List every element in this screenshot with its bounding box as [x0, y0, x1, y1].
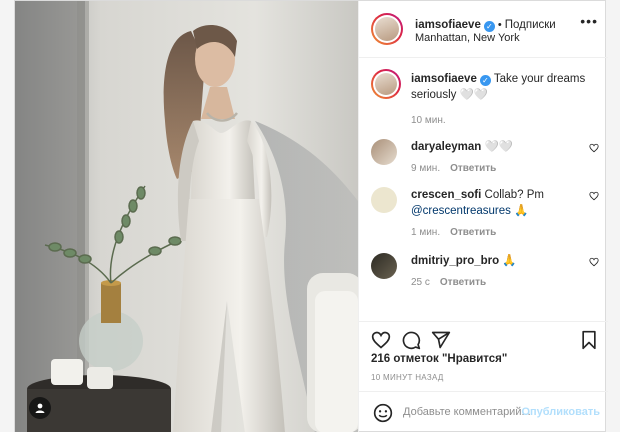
post-timestamp[interactable]: 10 МИНУТ НАЗАД: [371, 373, 444, 382]
photo-illustration: [15, 1, 358, 432]
commenter-avatar[interactable]: [371, 139, 397, 165]
comment-time[interactable]: 25 с: [411, 277, 430, 288]
comment-text: Collab? Pm: [484, 189, 544, 201]
comment-emoji: 🙏: [514, 205, 529, 217]
reply-button[interactable]: Ответить: [450, 227, 496, 238]
commenter-avatar[interactable]: [371, 187, 397, 213]
likes-count[interactable]: 216 отметок "Нравится": [371, 353, 507, 365]
publish-button[interactable]: Опубликовать: [521, 406, 600, 418]
comment-item: crescen_sofi Collab? Pm @crescentreasure…: [371, 187, 599, 241]
comment-like-icon[interactable]: [589, 143, 599, 153]
commenter-username[interactable]: dmitriy_pro_bro: [411, 255, 499, 267]
commenter-avatar[interactable]: [371, 253, 397, 279]
more-icon[interactable]: •••: [580, 13, 598, 29]
separator-dot: •: [497, 19, 502, 31]
comment-mention-link[interactable]: @crescentreasures: [411, 205, 511, 217]
post-modal: iamsofiaeve ✓ • Подписки Manhattan, New Yor…: [14, 0, 608, 432]
author-avatar-small[interactable]: [371, 69, 401, 99]
post-photo[interactable]: [15, 1, 358, 432]
post-side-panel: iamsofiaeve ✓ • Подписки Manhattan, New Yor…: [358, 1, 608, 432]
share-icon[interactable]: [431, 330, 451, 350]
emoji-icon[interactable]: [373, 403, 393, 423]
comment-text: 🤍🤍: [484, 141, 514, 153]
comment-icon[interactable]: [401, 330, 421, 350]
commenter-username[interactable]: daryaleyman: [411, 141, 481, 153]
comment-like-icon[interactable]: [589, 191, 599, 201]
comment-text: 🙏: [502, 255, 517, 267]
reply-button[interactable]: Ответить: [450, 163, 496, 174]
location-link[interactable]: Manhattan, New York: [415, 32, 520, 44]
reply-button[interactable]: Ответить: [440, 277, 486, 288]
post-header: iamsofiaeve ✓ • Подписки Manhattan, New Yor…: [359, 1, 608, 58]
post-actions: [359, 321, 608, 355]
author-avatar[interactable]: [371, 13, 403, 45]
comment-time[interactable]: 9 мин.: [411, 163, 440, 174]
heart-icon[interactable]: [371, 330, 391, 350]
comment-time[interactable]: 1 мин.: [411, 227, 440, 238]
follow-button[interactable]: Подписки: [505, 19, 556, 31]
author-username[interactable]: iamsofiaeve: [415, 19, 481, 31]
user-tag-icon[interactable]: [29, 397, 51, 419]
comment-item: daryaleyman 🤍🤍 9 мин. Ответить: [371, 139, 599, 177]
verified-badge: ✓: [479, 75, 491, 86]
caption-time[interactable]: 10 мин.: [411, 115, 446, 126]
caption: iamsofiaeve ✓ Take your dreams seriously …: [371, 69, 599, 129]
bookmark-icon[interactable]: [579, 330, 599, 350]
verified-badge: ✓: [483, 21, 495, 32]
comment-input[interactable]: Добавьте комментарий...: [403, 406, 531, 418]
comment-composer: Добавьте комментарий... Опубликовать: [359, 391, 608, 432]
caption-username[interactable]: iamsofiaeve: [411, 73, 477, 85]
comment-item: dmitriy_pro_bro 🙏 25 с Ответить: [371, 253, 599, 291]
commenter-username[interactable]: crescen_sofi: [411, 189, 481, 201]
comment-like-icon[interactable]: [589, 257, 599, 267]
